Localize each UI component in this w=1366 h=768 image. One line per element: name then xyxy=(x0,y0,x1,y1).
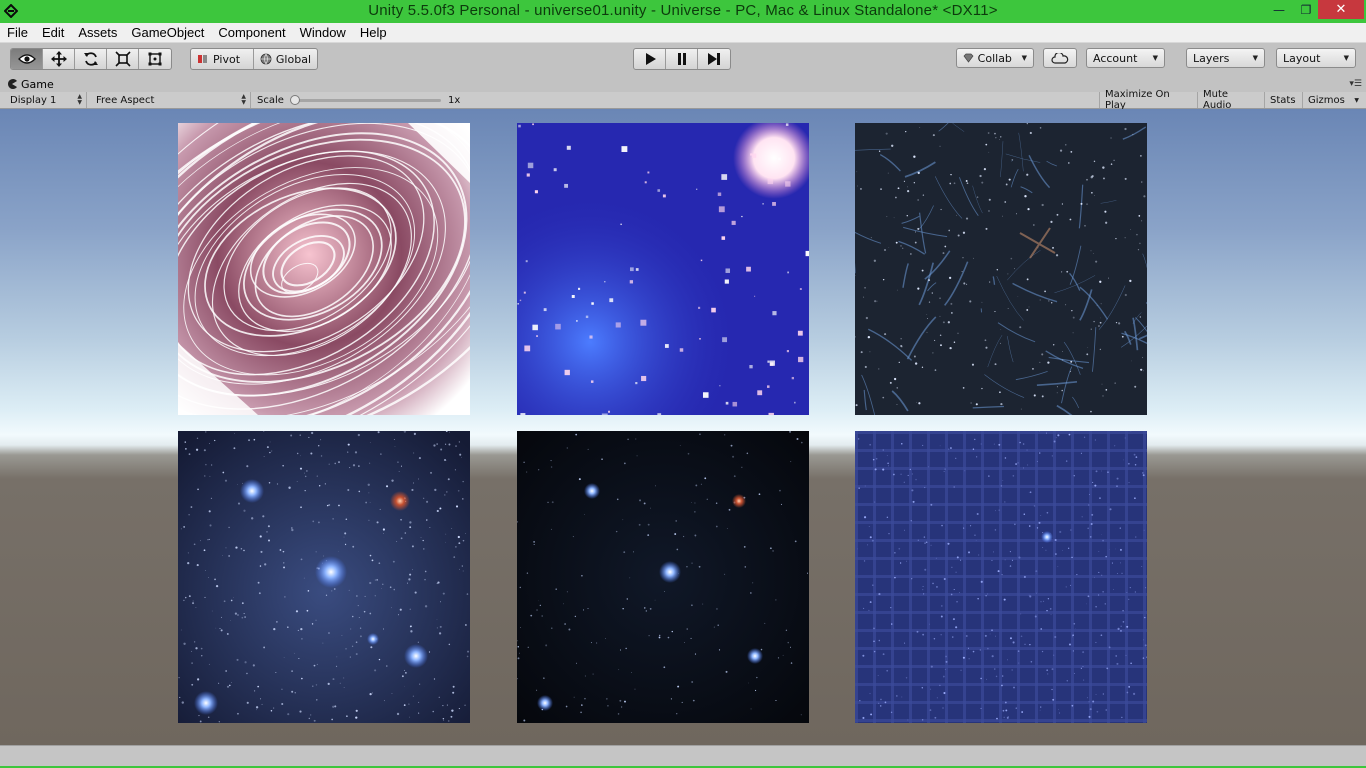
layout-dropdown[interactable]: Layout ▼ xyxy=(1276,48,1356,68)
view-tool-button[interactable] xyxy=(11,49,43,69)
mute-audio-toggle[interactable]: Mute Audio xyxy=(1198,89,1265,111)
step-icon xyxy=(708,53,720,65)
transform-tools xyxy=(10,48,172,70)
play-controls xyxy=(633,48,731,70)
grid-starfield-texture xyxy=(855,431,1147,723)
global-label: Global xyxy=(275,52,311,66)
tab-game[interactable]: Game xyxy=(7,76,54,92)
blue-nebula-texture xyxy=(517,123,809,415)
updown-icon: ▲ ▼ xyxy=(77,93,82,106)
move-icon xyxy=(50,51,67,67)
chevron-down-icon: ▼ xyxy=(1343,54,1349,62)
menu-edit[interactable]: Edit xyxy=(35,25,71,40)
chevron-down-icon: ▼ xyxy=(1354,96,1359,104)
window-title: Unity 5.5.0f3 Personal - universe01.unit… xyxy=(368,2,998,19)
scale-value: 1x xyxy=(448,94,461,106)
pivot-icon xyxy=(198,55,207,63)
scale-label: Scale xyxy=(257,94,284,106)
dark-starfield-image xyxy=(517,431,809,723)
account-dropdown[interactable]: Account ▼ xyxy=(1086,48,1165,68)
layers-dropdown[interactable]: Layers ▼ xyxy=(1186,48,1265,68)
warp-rings-image xyxy=(178,123,470,415)
streak-starfield-image xyxy=(855,123,1147,415)
cloud-button[interactable] xyxy=(1043,48,1077,68)
collab-label: Collab xyxy=(977,51,1012,65)
rect-tool-button[interactable] xyxy=(139,49,171,69)
status-bar xyxy=(0,745,1366,768)
move-tool-button[interactable] xyxy=(43,49,75,69)
play-button[interactable] xyxy=(634,49,666,69)
pivot-label: Pivot xyxy=(213,52,241,66)
rect-icon xyxy=(148,52,162,66)
menu-gameobject[interactable]: GameObject xyxy=(124,25,211,40)
global-toggle[interactable]: Global xyxy=(254,49,317,69)
chevron-down-icon: ▼ xyxy=(1152,54,1158,62)
account-label: Account xyxy=(1093,51,1138,65)
collab-icon xyxy=(963,53,974,63)
layout-label: Layout xyxy=(1283,51,1321,65)
menu-assets[interactable]: Assets xyxy=(71,25,124,40)
scale-slider-thumb[interactable] xyxy=(290,95,300,105)
gizmos-dropdown[interactable]: Gizmos ▼ xyxy=(1303,92,1361,108)
dark-starfield-texture xyxy=(517,431,809,723)
menu-bar: File Edit Assets GameObject Component Wi… xyxy=(0,23,1366,43)
scale-tool-button[interactable] xyxy=(107,49,139,69)
rotate-tool-button[interactable] xyxy=(75,49,107,69)
menu-window[interactable]: Window xyxy=(293,25,353,40)
tab-game-label: Game xyxy=(21,77,54,91)
aspect-dropdown[interactable]: Free Aspect ▲ ▼ xyxy=(91,92,251,108)
eye-icon xyxy=(17,54,36,64)
main-toolbar: Pivot Global Collab ▼ Account ▼ Layers ▼… xyxy=(0,43,1366,76)
play-icon xyxy=(645,53,656,65)
gizmos-label: Gizmos xyxy=(1308,94,1345,106)
chevron-down-icon: ▼ xyxy=(1252,54,1258,62)
close-button[interactable]: ✕ xyxy=(1318,0,1364,19)
menu-help[interactable]: Help xyxy=(353,25,394,40)
window-title-bar: Unity 5.5.0f3 Personal - universe01.unit… xyxy=(0,0,1366,23)
aspect-label: Free Aspect xyxy=(96,94,155,106)
pivot-toggle[interactable]: Pivot xyxy=(191,49,254,69)
grid-starfield-image xyxy=(855,431,1147,723)
layers-label: Layers xyxy=(1193,51,1230,65)
blue-nebula-image xyxy=(517,123,809,415)
display-dropdown[interactable]: Display 1 ▲ ▼ xyxy=(5,92,87,108)
tab-menu-icon[interactable]: ▾☰ xyxy=(1349,79,1362,89)
streak-starfield-texture xyxy=(855,123,1147,415)
cloud-icon xyxy=(1051,52,1069,64)
bright-starfield-image xyxy=(178,431,470,723)
menu-component[interactable]: Component xyxy=(211,25,292,40)
maximize-on-play-toggle[interactable]: Maximize On Play xyxy=(1099,89,1198,111)
pause-button[interactable] xyxy=(666,49,698,69)
menu-file[interactable]: File xyxy=(0,25,35,40)
pause-icon xyxy=(677,53,686,65)
stats-toggle[interactable]: Stats xyxy=(1265,92,1303,108)
bright-starfield-texture xyxy=(178,431,470,723)
game-view-toolbar: Display 1 ▲ ▼ Free Aspect ▲ ▼ Scale 1x Max… xyxy=(0,89,1366,111)
maximize-button[interactable]: ❐ xyxy=(1294,0,1318,20)
display-label: Display 1 xyxy=(10,94,57,106)
updown-icon: ▲ ▼ xyxy=(241,93,246,106)
globe-icon xyxy=(260,53,272,65)
warp-rings-texture xyxy=(178,123,470,415)
minimize-button[interactable]: — xyxy=(1264,0,1294,20)
pacman-icon xyxy=(8,79,17,89)
step-button[interactable] xyxy=(698,49,730,69)
rotate-icon xyxy=(83,52,98,66)
scale-icon xyxy=(114,51,131,67)
scale-slider-track[interactable] xyxy=(293,99,441,102)
collab-dropdown[interactable]: Collab ▼ xyxy=(956,48,1034,68)
pivot-toggle-group: Pivot Global xyxy=(190,48,318,70)
game-view[interactable] xyxy=(0,109,1366,745)
chevron-down-icon: ▼ xyxy=(1021,54,1027,62)
